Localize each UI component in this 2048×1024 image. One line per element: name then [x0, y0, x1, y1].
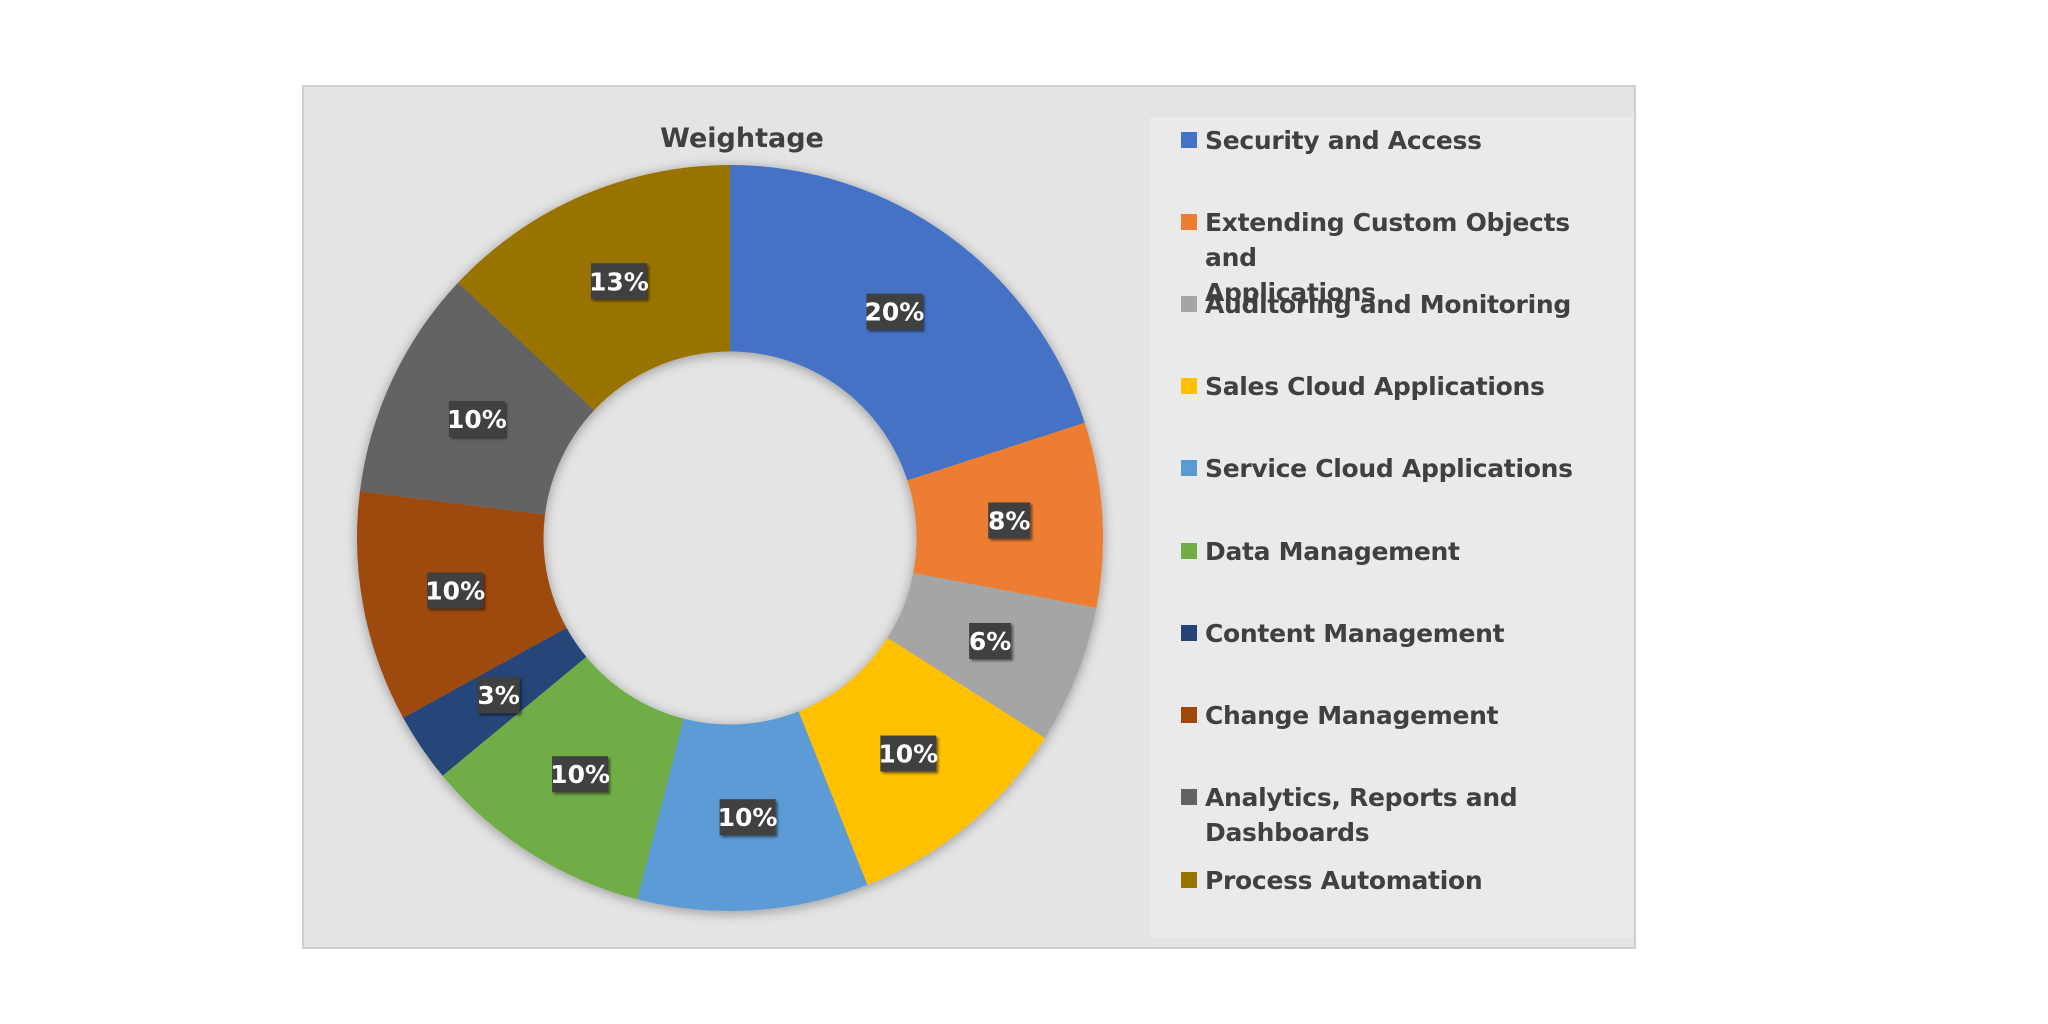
legend-label: Change Management: [1205, 698, 1625, 733]
legend-label: Security and Access: [1205, 123, 1625, 158]
legend-marker-icon: [1181, 132, 1197, 148]
legend-marker-icon: [1181, 872, 1197, 888]
legend-label-line: Analytics, Reports and: [1205, 783, 1518, 812]
legend-label-line: Security and Access: [1205, 126, 1482, 155]
legend-label: Content Management: [1205, 616, 1625, 651]
legend-label: Service Cloud Applications: [1205, 451, 1625, 486]
data-label: 10%: [447, 400, 507, 437]
data-label: 8%: [988, 502, 1030, 539]
legend-label-line: Dashboards: [1205, 818, 1370, 847]
data-label-text: 10%: [550, 760, 610, 789]
data-label: 3%: [477, 677, 520, 714]
legend-marker-icon: [1181, 543, 1197, 559]
legend-marker-icon: [1181, 625, 1197, 641]
legend-label-line: Content Management: [1205, 619, 1505, 648]
data-label: 10%: [425, 572, 485, 609]
legend-label-line: Process Automation: [1205, 866, 1483, 895]
legend-marker-icon: [1181, 460, 1197, 476]
legend-label-line: Data Management: [1205, 537, 1460, 566]
donut-chart: 20% 8% 6% 10% 10% 10% 3% 10% 10% 13%: [357, 165, 1103, 911]
data-label-text: 10%: [447, 405, 507, 434]
data-label-text: 8%: [988, 506, 1030, 535]
chart-title: Weightage: [660, 123, 824, 154]
data-label: 6%: [969, 622, 1011, 659]
data-label: 20%: [865, 293, 925, 330]
data-label: 10%: [718, 799, 778, 836]
legend-label: Process Automation: [1205, 863, 1625, 898]
legend-label: Auditoring and Monitoring: [1205, 287, 1625, 322]
legend-marker-icon: [1181, 789, 1197, 805]
legend-label-line: Auditoring and Monitoring: [1205, 290, 1571, 319]
data-label: 13%: [589, 263, 649, 300]
legend-label: Data Management: [1205, 534, 1625, 569]
legend-marker-icon: [1181, 214, 1197, 230]
data-label: 10%: [550, 756, 610, 793]
legend-label-line: Extending Custom Objects and: [1205, 208, 1570, 272]
data-label-text: 20%: [865, 298, 925, 327]
data-label-text: 10%: [425, 576, 485, 605]
legend-label: Analytics, Reports and Dashboards: [1205, 780, 1625, 850]
legend: Security and Access Extending Custom Obje…: [1150, 117, 1634, 938]
data-label: 10%: [878, 735, 938, 772]
data-label-text: 10%: [718, 803, 778, 832]
legend-label-line: Service Cloud Applications: [1205, 454, 1573, 483]
legend-marker-icon: [1181, 296, 1197, 312]
data-label-text: 6%: [969, 627, 1011, 656]
legend-label-line: Sales Cloud Applications: [1205, 372, 1545, 401]
legend-marker-icon: [1181, 707, 1197, 723]
legend-label: Sales Cloud Applications: [1205, 369, 1625, 404]
data-label-text: 10%: [878, 740, 938, 769]
data-label-text: 3%: [477, 681, 519, 710]
legend-label-line: Change Management: [1205, 701, 1499, 730]
data-label-text: 13%: [589, 267, 649, 296]
legend-marker-icon: [1181, 378, 1197, 394]
